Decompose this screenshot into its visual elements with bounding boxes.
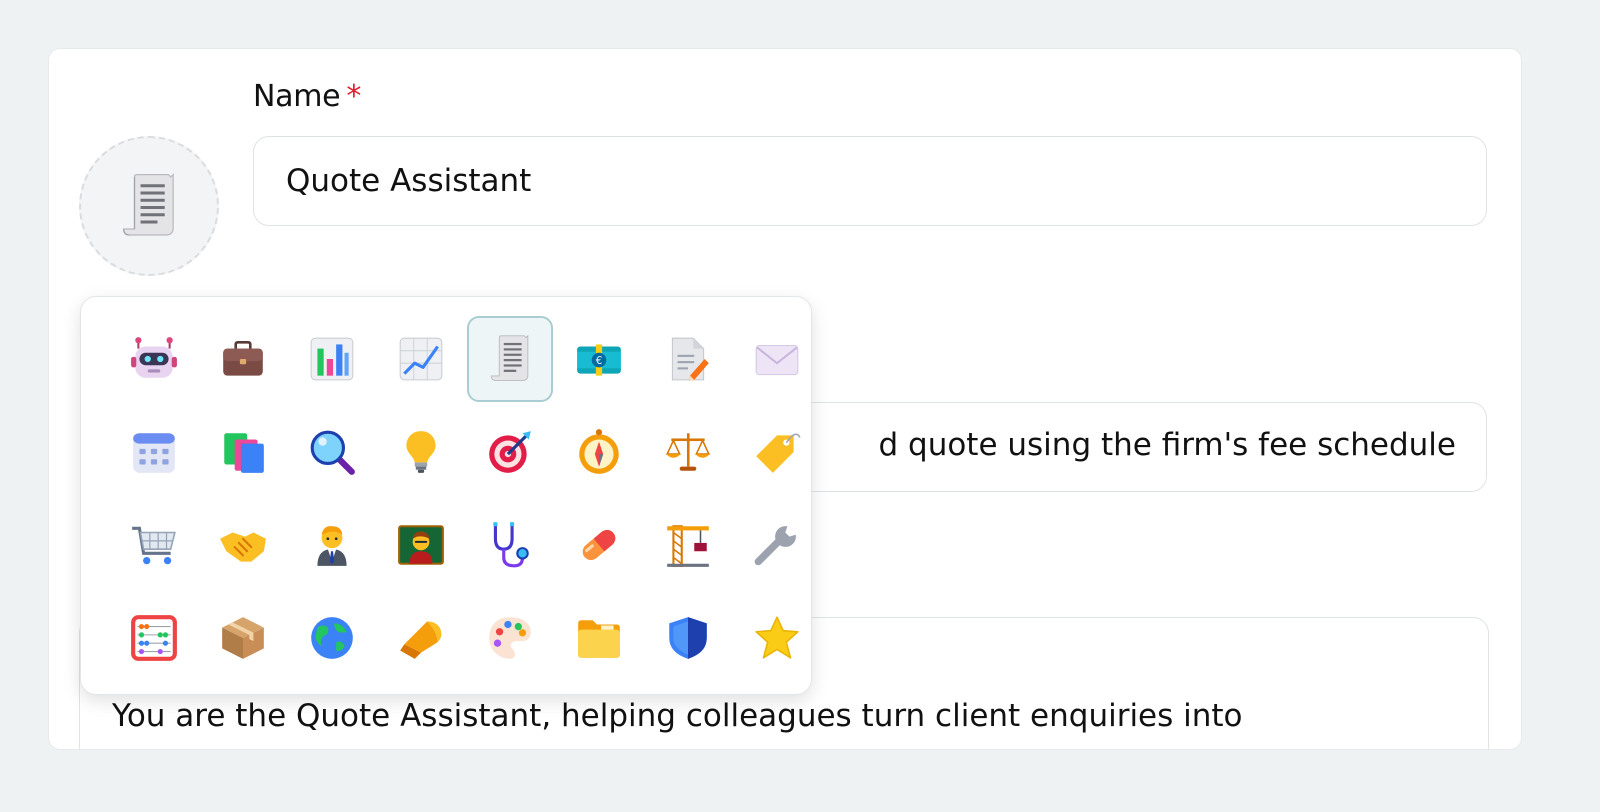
icon-option-wrench[interactable] bbox=[734, 502, 820, 588]
icon-option-target[interactable] bbox=[467, 409, 553, 495]
document-pencil-icon bbox=[671, 337, 709, 381]
folder-icon bbox=[578, 620, 620, 658]
icon-option-palette[interactable] bbox=[467, 595, 553, 681]
banknote-icon: € bbox=[577, 344, 621, 376]
receipt-icon bbox=[123, 173, 174, 236]
icon-option-lightbulb[interactable] bbox=[378, 409, 464, 495]
icon-picker-popover: € bbox=[80, 296, 812, 695]
icon-option-trend-chart[interactable] bbox=[378, 316, 464, 402]
icon-option-document-pencil[interactable] bbox=[645, 316, 731, 402]
briefcase-icon bbox=[223, 341, 263, 376]
scales-icon bbox=[665, 433, 711, 471]
icon-option-teacher[interactable] bbox=[378, 502, 464, 588]
icon-option-package[interactable] bbox=[200, 595, 286, 681]
icon-option-price-tag[interactable] bbox=[734, 409, 820, 495]
wrench-icon bbox=[754, 526, 796, 566]
icon-grid: € bbox=[111, 316, 820, 681]
icon-option-books[interactable] bbox=[200, 409, 286, 495]
teacher-icon bbox=[398, 525, 444, 565]
icon-option-abacus[interactable] bbox=[111, 595, 197, 681]
icon-option-shield[interactable] bbox=[645, 595, 731, 681]
name-label: Name * bbox=[253, 79, 361, 114]
avatar-picker-button[interactable] bbox=[79, 136, 219, 276]
icon-option-stethoscope[interactable] bbox=[467, 502, 553, 588]
icon-option-bar-chart[interactable] bbox=[289, 316, 375, 402]
icon-option-shopping-cart[interactable] bbox=[111, 502, 197, 588]
pill-icon bbox=[582, 529, 616, 561]
envelope-icon bbox=[755, 344, 799, 376]
robot-icon bbox=[131, 337, 177, 378]
required-marker: * bbox=[346, 79, 362, 114]
star-icon bbox=[755, 616, 799, 659]
icon-option-scales[interactable] bbox=[645, 409, 731, 495]
receipt-icon bbox=[490, 334, 529, 381]
description-text: d quote using the firm's fee schedule bbox=[878, 427, 1456, 463]
handshake-icon bbox=[220, 532, 266, 562]
icon-option-calendar[interactable] bbox=[111, 409, 197, 495]
crane-icon bbox=[667, 525, 709, 567]
icon-option-envelope[interactable] bbox=[734, 316, 820, 402]
bar-chart-icon bbox=[310, 337, 354, 381]
calendar-icon bbox=[133, 433, 175, 473]
package-icon bbox=[222, 617, 264, 659]
icon-option-briefcase[interactable] bbox=[200, 316, 286, 402]
shopping-cart-icon bbox=[132, 526, 176, 565]
instructions-text: You are the Quote Assistant, helping col… bbox=[112, 698, 1243, 734]
icon-option-receipt[interactable] bbox=[467, 316, 553, 402]
icon-option-globe[interactable] bbox=[289, 595, 375, 681]
icon-option-crane[interactable] bbox=[645, 502, 731, 588]
globe-icon bbox=[311, 617, 353, 659]
name-input[interactable] bbox=[253, 136, 1487, 226]
books-icon bbox=[224, 433, 264, 473]
lightbulb-icon bbox=[406, 431, 436, 473]
svg-text:€: € bbox=[596, 355, 603, 367]
icon-option-handshake[interactable] bbox=[200, 502, 286, 588]
price-tag-icon bbox=[756, 433, 801, 473]
trend-chart-icon bbox=[399, 337, 443, 381]
compass-icon bbox=[579, 429, 619, 474]
icon-option-businessman[interactable] bbox=[289, 502, 375, 588]
icon-option-compass[interactable] bbox=[556, 409, 642, 495]
assistant-form-card: Name* d quote using the firm's fee sched… bbox=[48, 48, 1522, 750]
icon-option-megaphone[interactable] bbox=[378, 595, 464, 681]
icon-option-pill[interactable] bbox=[556, 502, 642, 588]
palette-icon bbox=[489, 617, 531, 659]
megaphone-icon bbox=[400, 621, 442, 659]
target-icon bbox=[489, 431, 531, 473]
icon-option-magnifier[interactable] bbox=[289, 409, 375, 495]
icon-option-star[interactable] bbox=[734, 595, 820, 681]
businessman-icon bbox=[317, 526, 347, 566]
stethoscope-icon bbox=[493, 522, 529, 568]
icon-option-banknote[interactable]: € bbox=[556, 316, 642, 402]
icon-option-robot[interactable] bbox=[111, 316, 197, 402]
icon-option-folder[interactable] bbox=[556, 595, 642, 681]
magnifier-icon bbox=[310, 430, 355, 475]
abacus-icon bbox=[131, 615, 177, 661]
name-label-text: Name bbox=[253, 79, 341, 114]
shield-icon bbox=[669, 617, 707, 659]
